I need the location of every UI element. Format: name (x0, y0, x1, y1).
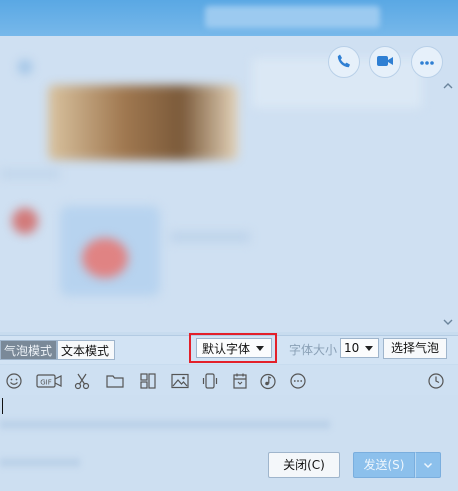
more-icon (419, 55, 435, 69)
calendar-icon[interactable] (231, 372, 249, 390)
video-icon (376, 54, 394, 71)
close-button[interactable]: 关闭(C) (268, 452, 340, 478)
folder-icon[interactable] (106, 372, 124, 390)
video-call-button[interactable] (369, 46, 401, 78)
more-options-button[interactable] (411, 46, 443, 78)
voice-call-button[interactable] (328, 46, 360, 78)
text-mode-button[interactable]: 文本模式 (57, 340, 115, 360)
text-cursor (2, 398, 3, 414)
scroll-up-arrow[interactable] (442, 80, 454, 92)
font-size-select[interactable]: 10 (340, 338, 379, 358)
send-options-button[interactable] (415, 452, 441, 478)
chevron-down-icon (423, 458, 433, 472)
phone-icon (336, 53, 352, 72)
title-bar (0, 0, 458, 36)
more-circle-icon[interactable] (289, 372, 307, 390)
window-title-blurred (205, 6, 380, 28)
font-size-value: 10 (344, 341, 360, 355)
font-select-highlight (189, 333, 277, 363)
font-size-label: 字体大小 (289, 343, 338, 357)
bubble-mode-button[interactable]: 气泡模式 (0, 340, 57, 360)
blurred-draft-text (0, 420, 330, 429)
blurred-text (170, 232, 250, 242)
chevron-down-icon (365, 345, 374, 351)
image-icon[interactable] (171, 372, 189, 390)
blurred-image-message (48, 85, 238, 160)
scissors-icon[interactable] (73, 372, 91, 390)
input-toolbar (0, 365, 458, 395)
blurred-draft-text (0, 458, 80, 467)
emoji-icon[interactable] (5, 372, 23, 390)
template-icon[interactable] (139, 372, 157, 390)
choose-bubble-button[interactable]: 选择气泡 (383, 338, 447, 359)
blurred-sticker (82, 238, 128, 278)
blurred-text (0, 170, 60, 178)
scroll-down-arrow[interactable] (442, 316, 454, 328)
blurred-avatar (18, 60, 32, 74)
shake-icon[interactable] (201, 372, 219, 390)
music-icon[interactable] (259, 372, 277, 390)
history-clock-icon[interactable] (427, 372, 445, 390)
blurred-avatar (12, 208, 38, 234)
send-button[interactable]: 发送(S) (353, 452, 415, 478)
svg-text:GIF: GIF (40, 379, 52, 387)
gif-icon[interactable]: GIF (36, 372, 62, 390)
